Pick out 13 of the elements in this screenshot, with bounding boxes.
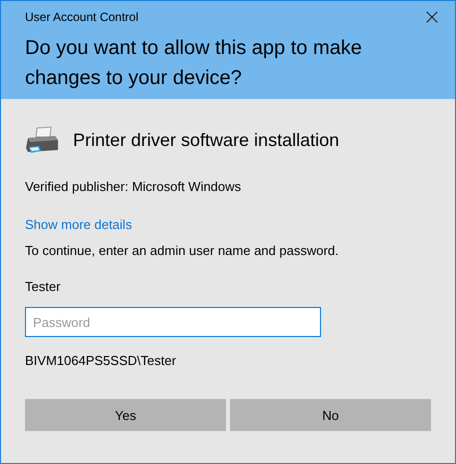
publisher-text: Verified publisher: Microsoft Windows <box>25 179 242 194</box>
dialog-button[interactable]: No <box>230 399 431 431</box>
instruction-text: To continue, enter an admin user name and password. <box>25 243 340 258</box>
close-button[interactable]: × <box>409 1 455 33</box>
printer-icon <box>25 126 59 156</box>
details-link[interactable]: Show more details <box>25 217 132 232</box>
app-name: Printer driver software installation <box>73 130 340 150</box>
account-name: BIVM1064PS5SSD\Tester <box>25 353 178 368</box>
dialog-button[interactable]: Yes <box>25 399 226 431</box>
password-field[interactable]: Password <box>25 307 321 337</box>
user-name: Tester <box>25 279 62 294</box>
window-title: User Account Control <box>25 10 138 24</box>
question-heading: Do you want to allow this app to make changes to your device? <box>25 36 363 91</box>
